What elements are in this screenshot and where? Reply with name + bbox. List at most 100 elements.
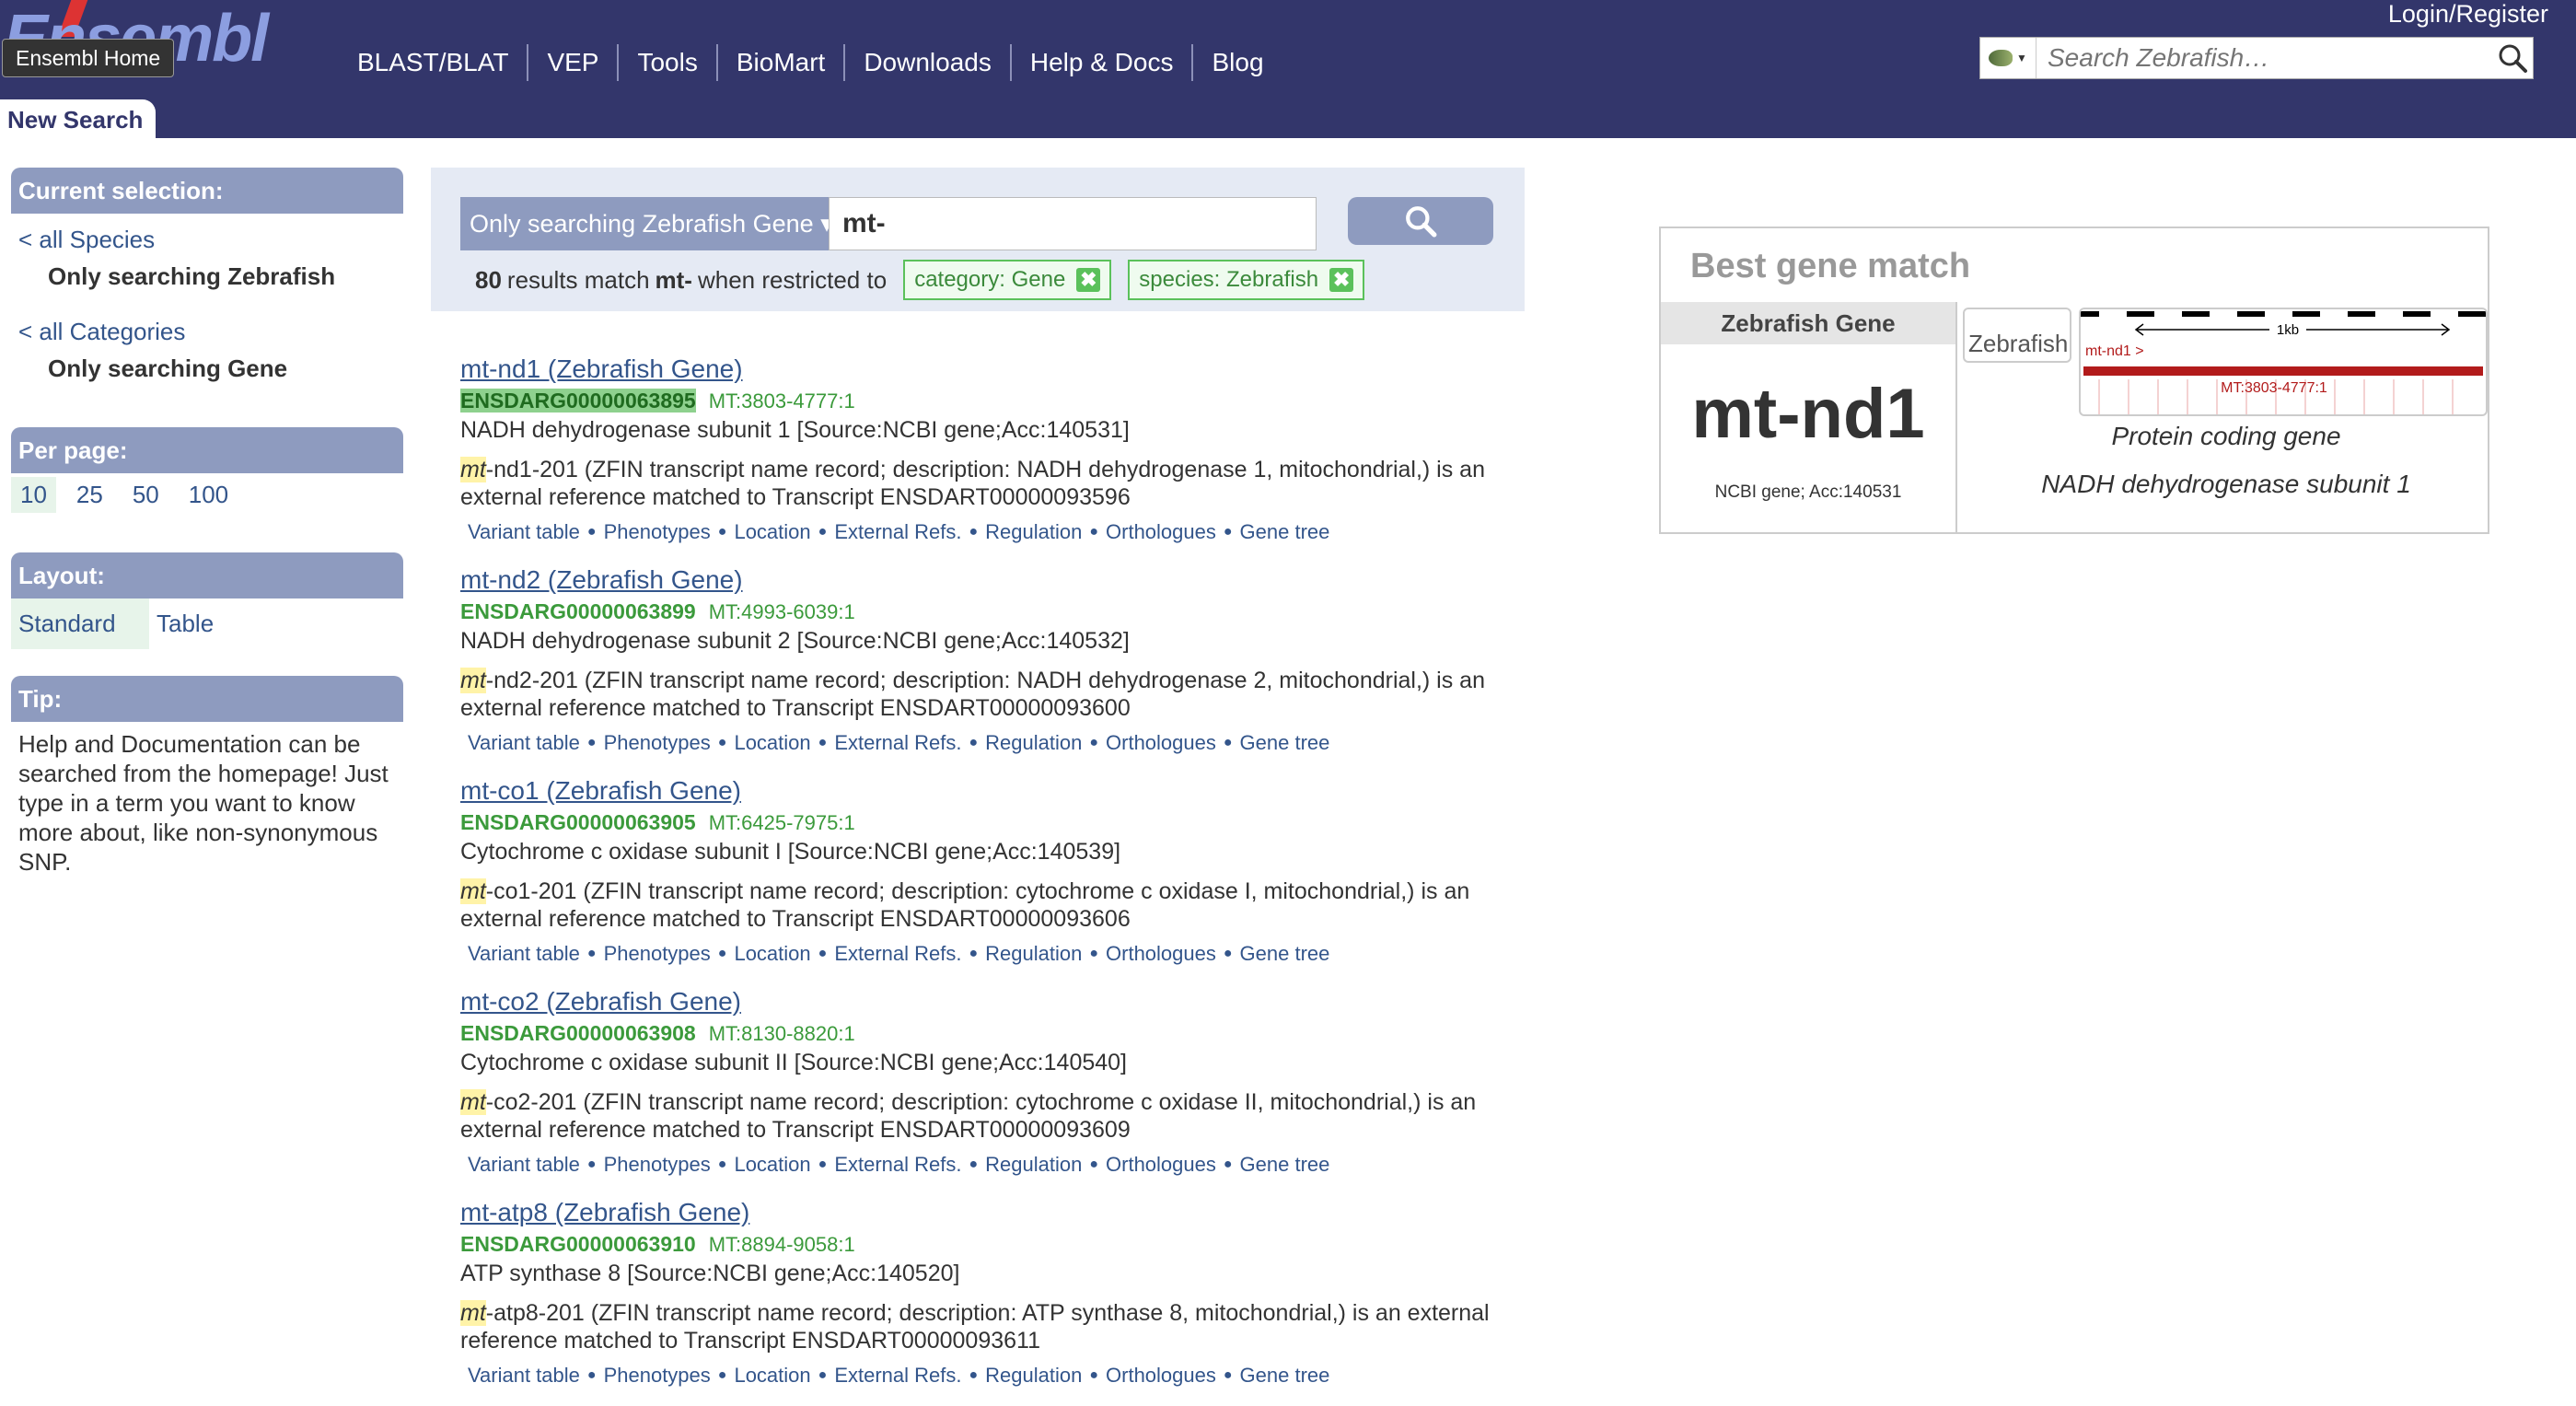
separator-dot: ●: [717, 1367, 727, 1383]
query-input[interactable]: [829, 197, 1317, 250]
link-external-refs[interactable]: External Refs.: [827, 940, 969, 968]
header-search-input[interactable]: [2036, 40, 2492, 76]
result-title-link[interactable]: mt-atp8 (Zebrafish Gene): [460, 1198, 749, 1226]
separator-dot: ●: [1089, 1156, 1099, 1172]
filter-species-label: species: Zebrafish: [1139, 267, 1319, 292]
link-external-refs[interactable]: External Refs.: [827, 729, 969, 757]
link-regulation[interactable]: Regulation: [978, 518, 1089, 546]
match-highlight: mt: [460, 1089, 486, 1115]
best-match-symbol[interactable]: mt-nd1: [1661, 350, 1955, 479]
result-links: Variant table ● Phenotypes ● Location ● Ext…: [460, 729, 1528, 757]
result-title-link[interactable]: mt-co1 (Zebrafish Gene): [460, 776, 741, 805]
link-location[interactable]: Location: [726, 729, 818, 757]
link-variant-table[interactable]: Variant table: [460, 940, 587, 968]
nav-blog[interactable]: Blog: [1193, 44, 1282, 81]
link-external-refs[interactable]: External Refs.: [827, 1362, 969, 1389]
link-regulation[interactable]: Regulation: [978, 1362, 1089, 1389]
link-gene-tree[interactable]: Gene tree: [1233, 729, 1338, 757]
link-phenotypes[interactable]: Phenotypes: [597, 940, 718, 968]
tab-new-search[interactable]: New Search: [0, 99, 157, 138]
link-external-refs[interactable]: External Refs.: [827, 1151, 969, 1179]
match-highlight: mt: [460, 1300, 486, 1326]
link-phenotypes[interactable]: Phenotypes: [597, 729, 718, 757]
link-phenotypes[interactable]: Phenotypes: [597, 1362, 718, 1389]
separator-dot: ●: [969, 1156, 979, 1172]
nav-biomart[interactable]: BioMart: [718, 44, 846, 81]
search-scope-dropdown[interactable]: Only searching Zebrafish Gene ▾: [460, 197, 833, 250]
result-description: ATP synthase 8 [Source:NCBI gene;Acc:140…: [460, 1261, 960, 1286]
species-selected: Only searching Zebrafish: [48, 262, 336, 290]
result-stable-id: ENSDARG00000063908: [460, 1021, 696, 1045]
login-register-link[interactable]: Login/Register: [2388, 0, 2548, 29]
result-detail-line2: external reference matched to Transcript…: [460, 906, 1131, 932]
link-variant-table[interactable]: Variant table: [460, 729, 587, 757]
link-orthologues[interactable]: Orthologues: [1098, 940, 1224, 968]
species-picker[interactable]: ▼: [1980, 38, 2036, 78]
layout-table[interactable]: Table: [149, 598, 221, 649]
remove-filter-icon[interactable]: ✖: [1329, 268, 1354, 292]
per-page-50[interactable]: 50: [123, 477, 168, 513]
layout-standard[interactable]: Standard: [11, 598, 149, 649]
link-location[interactable]: Location: [726, 1362, 818, 1389]
link-external-refs[interactable]: External Refs.: [827, 518, 969, 546]
link-gene-tree[interactable]: Gene tree: [1233, 1362, 1338, 1389]
all-categories-link[interactable]: < all Categories: [18, 313, 396, 350]
nav-help-docs[interactable]: Help & Docs: [1012, 44, 1194, 81]
link-location[interactable]: Location: [726, 1151, 818, 1179]
link-variant-table[interactable]: Variant table: [460, 518, 587, 546]
nav-vep[interactable]: VEP: [528, 44, 620, 81]
per-page-25[interactable]: 25: [67, 477, 112, 513]
nav-blast-blat[interactable]: BLAST/BLAT: [339, 44, 529, 81]
separator-dot: ●: [818, 946, 828, 961]
link-variant-table[interactable]: Variant table: [460, 1362, 587, 1389]
link-phenotypes[interactable]: Phenotypes: [597, 1151, 718, 1179]
result-detail-line2: external reference matched to Transcript…: [460, 695, 1131, 721]
link-gene-tree[interactable]: Gene tree: [1233, 518, 1338, 546]
layout-panel: Layout: Standard Table: [11, 552, 403, 649]
link-location[interactable]: Location: [726, 940, 818, 968]
link-phenotypes[interactable]: Phenotypes: [597, 518, 718, 546]
result-item: mt-co1 (Zebrafish Gene) ENSDARG000000639…: [460, 773, 1528, 968]
result-title-link[interactable]: mt-co2 (Zebrafish Gene): [460, 987, 741, 1016]
link-location[interactable]: Location: [726, 518, 818, 546]
link-orthologues[interactable]: Orthologues: [1098, 729, 1224, 757]
remove-filter-icon[interactable]: ✖: [1076, 268, 1101, 292]
per-page-100[interactable]: 100: [180, 477, 238, 513]
link-variant-table[interactable]: Variant table: [460, 1151, 587, 1179]
gene-track-image[interactable]: 1kb mt-nd1 > MT:3803-4777:1: [2079, 308, 2488, 416]
link-orthologues[interactable]: Orthologues: [1098, 1362, 1224, 1389]
best-match-title: Best gene match: [1690, 247, 1971, 285]
nav-tools[interactable]: Tools: [619, 44, 718, 81]
separator-dot: ●: [1089, 946, 1099, 961]
link-regulation[interactable]: Regulation: [978, 729, 1089, 757]
result-detail-line1: -co1-201 (ZFIN transcript name record; d…: [485, 878, 1470, 904]
link-regulation[interactable]: Regulation: [978, 940, 1089, 968]
link-gene-tree[interactable]: Gene tree: [1233, 940, 1338, 968]
result-summary: 80 results match mt- when restricted to …: [475, 256, 1365, 304]
result-item: mt-nd2 (Zebrafish Gene) ENSDARG000000638…: [460, 563, 1528, 757]
separator-dot: ●: [586, 524, 597, 540]
per-page-title: Per page:: [11, 427, 403, 473]
best-match-biotype: Protein coding gene: [2111, 422, 2341, 450]
search-button[interactable]: [1348, 197, 1493, 245]
search-icon[interactable]: [2492, 38, 2533, 78]
per-page-10[interactable]: 10: [11, 477, 56, 513]
link-gene-tree[interactable]: Gene tree: [1233, 1151, 1338, 1179]
link-orthologues[interactable]: Orthologues: [1098, 518, 1224, 546]
home-tooltip: Ensembl Home: [2, 39, 175, 77]
result-stable-id: ENSDARG00000063910: [460, 1232, 696, 1256]
link-regulation[interactable]: Regulation: [978, 1151, 1089, 1179]
result-title-link[interactable]: mt-nd2 (Zebrafish Gene): [460, 565, 743, 594]
separator-dot: ●: [1089, 524, 1099, 540]
all-species-link[interactable]: < all Species: [18, 221, 396, 258]
nav-downloads[interactable]: Downloads: [845, 44, 1012, 81]
per-page-panel: Per page: 10 25 50 100: [11, 427, 403, 517]
tip-text: Help and Documentation can be searched f…: [18, 730, 389, 876]
result-detail: mt-co1-201 (ZFIN transcript name record;…: [460, 877, 1528, 933]
result-description: Cytochrome c oxidase subunit II [Source:…: [460, 1050, 1127, 1075]
separator-dot: ●: [1223, 524, 1233, 540]
result-links: Variant table ● Phenotypes ● Location ● Ext…: [460, 1362, 1528, 1389]
link-orthologues[interactable]: Orthologues: [1098, 1151, 1224, 1179]
summary-post: when restricted to: [697, 266, 888, 294]
result-title-link[interactable]: mt-nd1 (Zebrafish Gene): [460, 354, 743, 383]
